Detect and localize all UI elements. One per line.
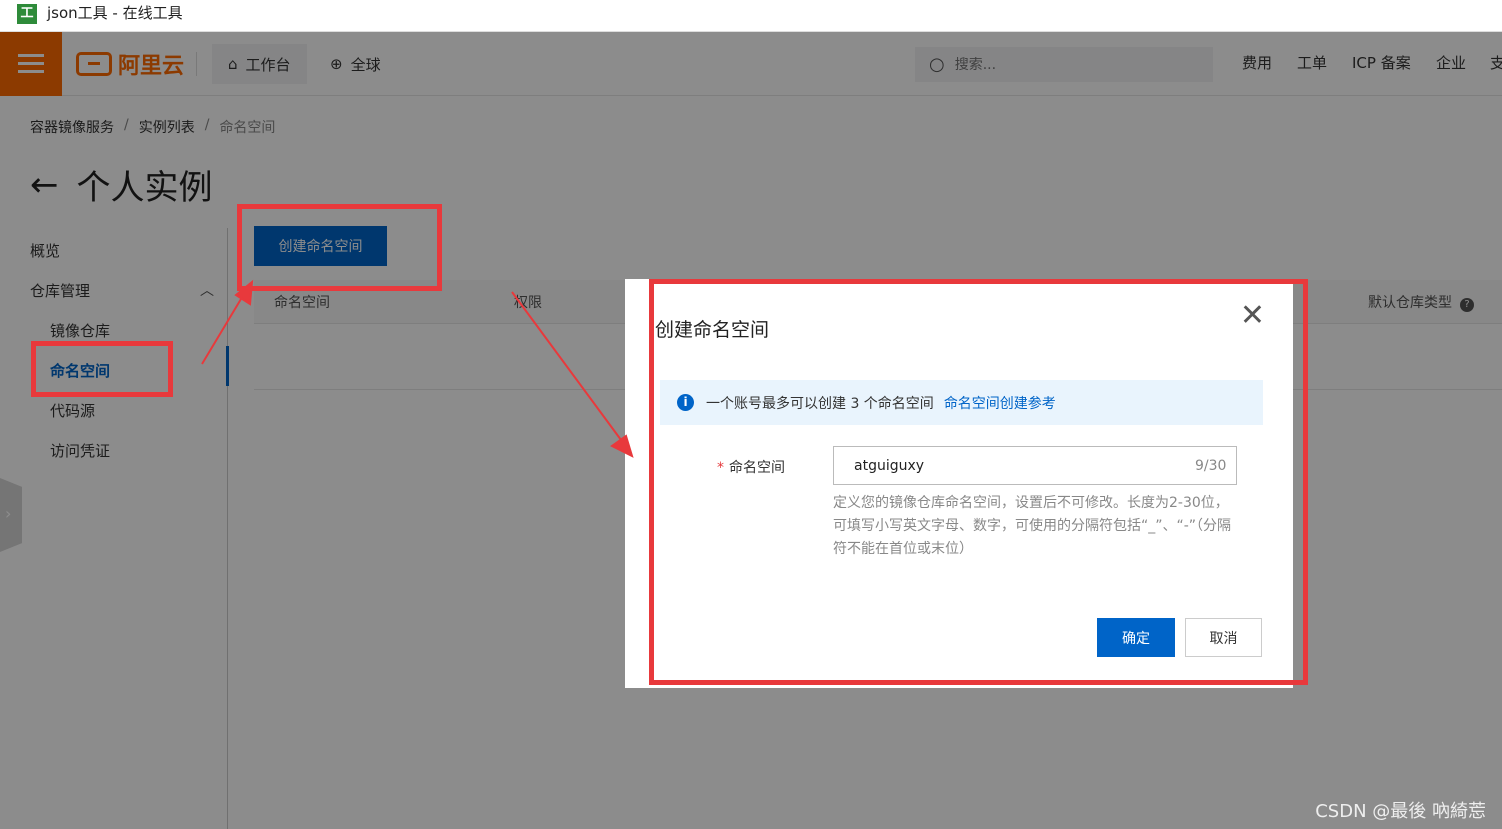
tab-favicon-icon: 工 [17,4,37,24]
tab-title[interactable]: json工具 - 在线工具 [47,2,183,23]
annotation-box-namespace-menu [31,341,173,397]
browser-tab-bar: 工 json工具 - 在线工具 [0,0,1502,32]
annotation-box-create-button [237,204,442,291]
annotation-box-dialog [649,279,1308,685]
watermark: CSDN @最後 吶綺莣 [1315,801,1486,822]
